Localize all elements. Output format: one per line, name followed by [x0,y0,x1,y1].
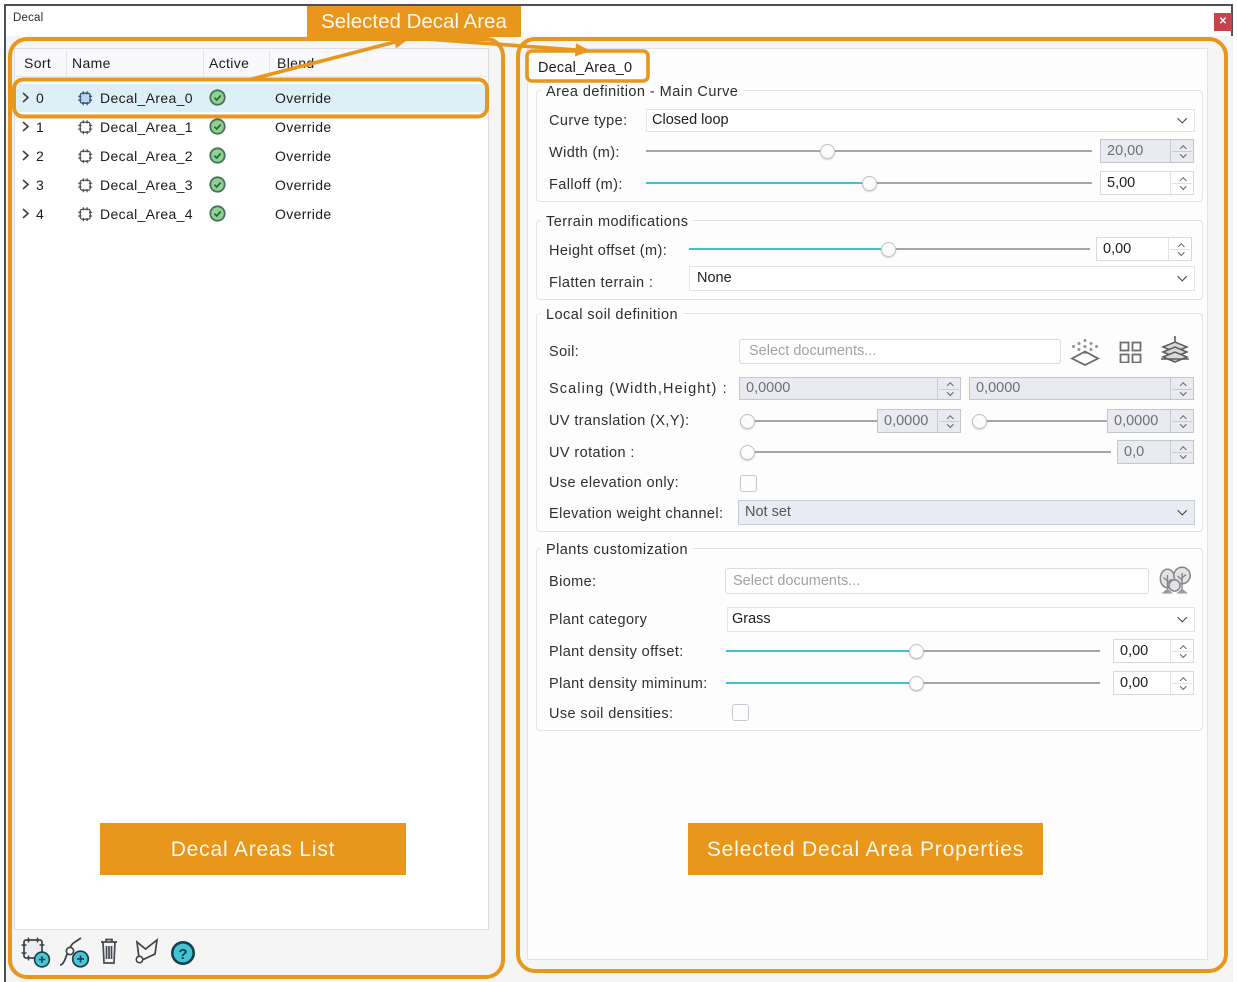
svg-text:Selected Decal Area Properties: Selected Decal Area Properties [707,838,1024,861]
svg-text:Selected Decal Area: Selected Decal Area [321,10,507,33]
svg-text:Decal Areas List: Decal Areas List [171,838,336,861]
